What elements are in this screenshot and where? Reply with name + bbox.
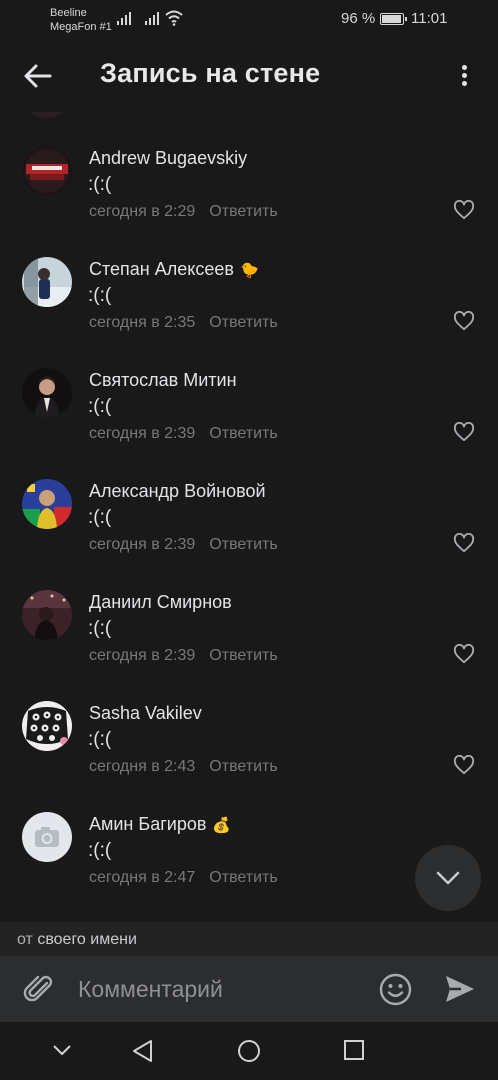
avatar[interactable]: [22, 368, 72, 418]
comment-author[interactable]: Амин Багиров 💰: [89, 814, 231, 835]
comment-time: сегодня в 2:47: [89, 869, 196, 886]
heart-icon[interactable]: [453, 644, 475, 664]
reply-button[interactable]: Ответить: [209, 869, 277, 886]
reply-button[interactable]: Ответить: [209, 203, 277, 220]
comment-time: сегодня в 2:39: [89, 425, 196, 442]
arrow-left-icon: [24, 64, 52, 88]
comment-text: :(:(: [88, 285, 112, 306]
comment-author[interactable]: Sasha Vakilev: [89, 703, 202, 724]
from-prefix: от: [17, 931, 33, 948]
comment-author-selector[interactable]: от своего имени: [0, 922, 498, 956]
status-bar: Beeline MegaFon #1 96 % 11:01: [0, 0, 498, 40]
heart-icon[interactable]: [453, 200, 475, 220]
comment-item[interactable]: Sasha Vakilev :(:( сегодня в 2:43 Ответит…: [0, 667, 498, 778]
send-icon[interactable]: [444, 974, 476, 1004]
comment-time: сегодня в 2:35: [89, 314, 196, 331]
author-emoji: 💰: [212, 816, 232, 834]
comment-meta: сегодня в 2:35 Ответить: [89, 314, 278, 332]
comment-text: :(:(: [88, 396, 112, 417]
comment-meta: сегодня в 2:39 Ответить: [89, 536, 278, 554]
reply-button[interactable]: Ответить: [209, 425, 277, 442]
comment-text: :(:(: [88, 840, 112, 861]
more-vertical-icon: [452, 65, 476, 86]
comment-time: сегодня в 2:43: [89, 758, 196, 775]
heart-icon[interactable]: [453, 422, 475, 442]
avatar[interactable]: [22, 257, 72, 307]
comment-time: сегодня в 2:39: [89, 536, 196, 553]
carrier-info: Beeline MegaFon #1: [50, 6, 112, 34]
clock: 11:01: [411, 10, 448, 27]
home-circle-icon[interactable]: [237, 1039, 261, 1063]
author-name: Sasha Vakilev: [89, 703, 202, 723]
avatar[interactable]: [22, 479, 72, 529]
battery-icon: [380, 13, 407, 25]
comment-meta: сегодня в 2:39 Ответить: [89, 647, 278, 665]
heart-icon[interactable]: [453, 533, 475, 553]
battery-percent: 96 %: [341, 10, 376, 27]
heart-icon[interactable]: [453, 311, 475, 331]
author-name: Святослав Митин: [89, 370, 237, 390]
author-name: Амин Багиров: [89, 814, 207, 834]
comment-item[interactable]: Даниил Смирнов :(:( сегодня в 2:39 Ответи…: [0, 556, 498, 667]
author-name: Александр Войновой: [89, 481, 266, 501]
comment-author[interactable]: Александр Войновой: [89, 481, 266, 502]
comment-author[interactable]: Даниил Смирнов: [89, 592, 232, 613]
comment-text: :(:(: [88, 729, 112, 750]
reply-button[interactable]: Ответить: [209, 314, 277, 331]
comment-item[interactable]: Святослав Митин :(:( сегодня в 2:39 Ответ…: [0, 334, 498, 445]
comments-list[interactable]: Andrew Bugaevskiy :(:( сегодня в 2:29 Отв…: [0, 112, 498, 922]
comment-item[interactable]: Александр Войновой :(:( сегодня в 2:39 От…: [0, 445, 498, 556]
comment-meta: сегодня в 2:29 Ответить: [89, 203, 278, 221]
comment-text: :(:(: [88, 507, 112, 528]
scroll-down-button[interactable]: [415, 845, 481, 911]
avatar[interactable]: [22, 701, 72, 751]
avatar[interactable]: [22, 590, 72, 640]
recents-square-icon[interactable]: [343, 1039, 365, 1061]
avatar[interactable]: [22, 146, 72, 196]
smile-icon[interactable]: [379, 973, 412, 1006]
comment-time: сегодня в 2:29: [89, 203, 196, 220]
paperclip-icon[interactable]: [22, 972, 56, 1006]
avatar[interactable]: [22, 812, 72, 862]
page-title: Запись на стене: [100, 58, 321, 88]
heart-icon[interactable]: [453, 755, 475, 775]
comment-author[interactable]: Святослав Митин: [89, 370, 237, 391]
signal-icon: [117, 12, 131, 25]
comment-meta: сегодня в 2:43 Ответить: [89, 758, 278, 776]
system-navigation-bar: [0, 1022, 498, 1080]
reply-button[interactable]: Ответить: [209, 647, 277, 664]
app-header: Запись на стене: [0, 40, 498, 112]
back-triangle-icon[interactable]: [131, 1039, 153, 1063]
from-name: своего имени: [37, 931, 137, 948]
comment-text: :(:(: [88, 618, 112, 639]
chevron-down-icon: [436, 871, 460, 885]
author-name: Степан Алексеев: [89, 259, 234, 279]
reply-button[interactable]: Ответить: [209, 536, 277, 553]
comment-meta: сегодня в 2:39 Ответить: [89, 425, 278, 443]
carrier-1: Beeline: [50, 7, 87, 19]
reply-button[interactable]: Ответить: [209, 758, 277, 775]
author-name: Andrew Bugaevskiy: [89, 148, 248, 168]
chevron-down-icon[interactable]: [52, 1044, 72, 1056]
comment-meta: сегодня в 2:47 Ответить: [89, 869, 278, 887]
comment-time: сегодня в 2:39: [89, 647, 196, 664]
comment-text: :(:(: [88, 174, 112, 195]
wifi-icon: [165, 10, 183, 26]
comment-author[interactable]: Andrew Bugaevskiy: [89, 148, 247, 169]
comment-input[interactable]: [78, 973, 368, 1005]
comment-composer: [0, 956, 498, 1022]
back-button[interactable]: [20, 58, 56, 94]
signal-icon: [145, 12, 159, 25]
comment-author[interactable]: Степан Алексеев 🐤: [89, 259, 259, 280]
comment-item[interactable]: Степан Алексеев 🐤 :(:( сегодня в 2:35 Отве…: [0, 223, 498, 334]
carrier-2: MegaFon #1: [50, 21, 112, 33]
author-name: Даниил Смирнов: [89, 592, 232, 612]
comment-item[interactable]: Andrew Bugaevskiy :(:( сегодня в 2:29 Отв…: [0, 112, 498, 223]
author-emoji: 🐤: [239, 261, 259, 279]
more-menu-button[interactable]: [452, 62, 476, 92]
